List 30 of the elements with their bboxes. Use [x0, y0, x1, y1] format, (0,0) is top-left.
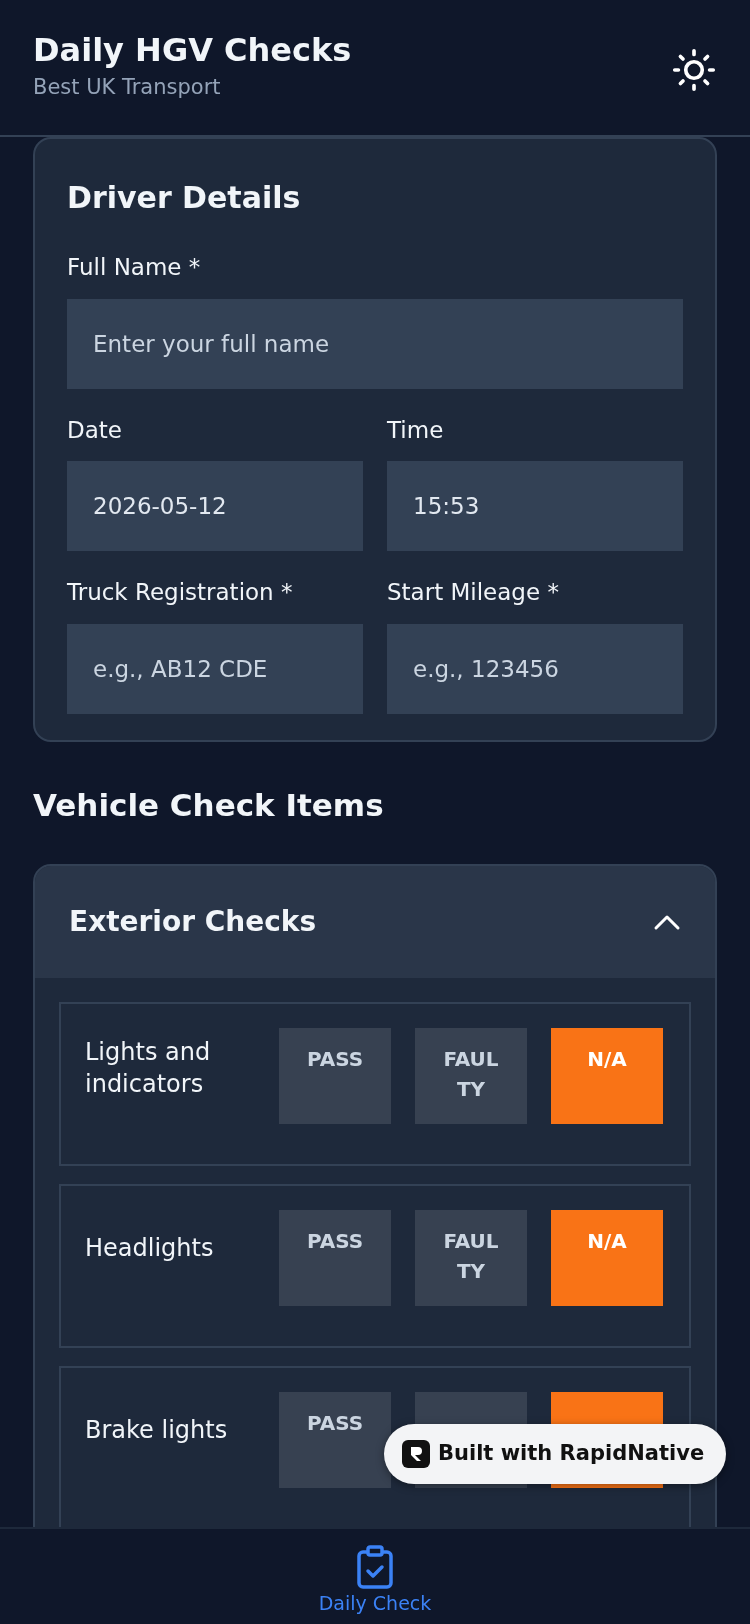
field-label: Start Mileage * — [387, 578, 559, 607]
nav-tab[interactable]: Daily Check — [318, 1529, 432, 1624]
input-field[interactable]: e.g., 123456 — [387, 623, 683, 714]
group-title: Exterior Checks — [69, 904, 317, 940]
chevron-up-icon[interactable] — [653, 913, 681, 931]
option-button[interactable]: FAULTY — [415, 1210, 527, 1306]
item-name: Lights and indicators — [85, 1037, 212, 1101]
logo-icon — [402, 1439, 430, 1468]
built-with-toast[interactable]: Built with RapidNative — [384, 1424, 727, 1484]
item-name: Headlights — [85, 1233, 215, 1264]
item-name: Brake lights — [85, 1415, 229, 1446]
option-button[interactable]: PASS — [279, 1210, 391, 1306]
field-label: Full Name * — [67, 253, 201, 282]
section-title: Vehicle Check Items — [33, 785, 385, 825]
field-label: Time — [387, 415, 444, 445]
input-field[interactable]: e.g., AB12 CDE — [67, 623, 363, 714]
group-header[interactable]: Exterior Checks — [35, 866, 715, 978]
input-field[interactable]: 2026-05-12 — [67, 461, 363, 551]
app-title: Daily HGV Checks — [33, 30, 352, 71]
option-button[interactable]: PASS — [279, 1028, 391, 1124]
clipboard-check-icon — [356, 1545, 394, 1589]
card-title: Driver Details — [67, 179, 302, 217]
option-button[interactable]: PASS — [279, 1392, 391, 1488]
field-label: Date — [67, 415, 122, 445]
input-field[interactable]: 15:53 — [387, 461, 683, 551]
app-subtitle: Best UK Transport — [33, 73, 222, 101]
input-field[interactable]: Enter your full name — [67, 298, 683, 389]
field-label: Truck Registration * — [67, 578, 293, 607]
theme-toggle-icon[interactable] — [672, 48, 716, 92]
option-button[interactable]: FAULTY — [415, 1028, 527, 1124]
